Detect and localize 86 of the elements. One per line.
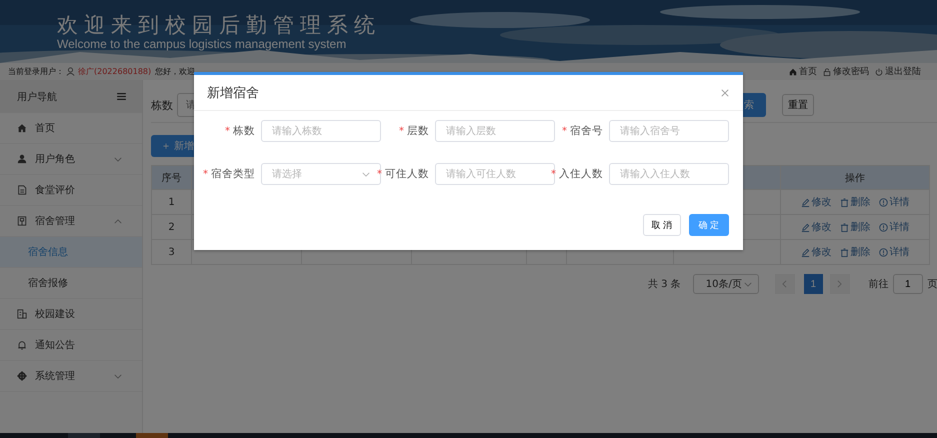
field-label: 可住人数	[385, 167, 429, 181]
page-input[interactable]: 1	[892, 274, 923, 294]
edit-link[interactable]: 修改	[800, 245, 832, 259]
trash-icon	[840, 198, 848, 206]
chevron-icon	[362, 172, 370, 176]
input-field[interactable]: 请输入层数	[435, 120, 555, 142]
trash-icon	[840, 248, 848, 256]
user-icon	[17, 154, 27, 164]
sidebar-item[interactable]: 系统管理	[0, 361, 142, 392]
sidebar-item[interactable]: 通知公告	[0, 330, 142, 361]
user-icon	[66, 67, 75, 76]
details-link[interactable]: 详情	[878, 220, 910, 234]
doc-icon	[17, 185, 27, 195]
logout-link[interactable]: 退出登陆	[875, 65, 921, 78]
sidebar-item[interactable]: 首页	[0, 113, 142, 144]
input-field[interactable]: 请输入宿舍号	[609, 120, 729, 142]
pencil-icon	[800, 222, 810, 232]
edit-link[interactable]: 修改	[800, 195, 832, 209]
change-password-link[interactable]: 修改密码	[823, 65, 869, 78]
site-title: 欢迎来到校园后勤管理系统	[57, 13, 382, 37]
sidebar-subitem[interactable]: 宿舍报修	[0, 268, 142, 299]
field-label: 宿舍号	[570, 124, 603, 138]
info-icon	[878, 222, 888, 232]
required-mark: *	[203, 168, 208, 180]
pencil-icon	[800, 198, 810, 206]
reset-button[interactable]: 重置	[782, 94, 814, 116]
total-count: 共 3 条	[648, 278, 681, 291]
greeting-text: 您好，欢迎	[155, 66, 196, 77]
pencil-icon	[800, 248, 810, 256]
sidebar-item[interactable]: 用户角色	[0, 144, 142, 175]
home-link[interactable]: 首页	[789, 65, 817, 78]
goto-label: 前往	[868, 278, 889, 291]
table-cell: 1	[152, 190, 192, 215]
field-label: 宿舍类型	[211, 167, 255, 181]
sidebar-item[interactable]: 食堂评价	[0, 175, 142, 206]
power-icon	[875, 68, 883, 76]
column-header: 操作	[781, 166, 930, 190]
chevron-left-icon	[782, 280, 788, 288]
home-icon	[17, 123, 27, 133]
delete-link[interactable]: 删除	[840, 220, 870, 234]
lock-icon	[823, 68, 831, 76]
page-number[interactable]: 1	[804, 274, 823, 294]
close-icon[interactable]	[721, 88, 729, 96]
chevron-icon	[744, 282, 752, 286]
required-mark: *	[399, 126, 404, 136]
field-label: 栋数	[233, 124, 255, 138]
page-size-select[interactable]: 10条/页	[692, 274, 759, 294]
confirm-button[interactable]: 确 定	[689, 214, 729, 236]
required-mark: *	[551, 168, 556, 180]
login-label: 当前登录用户：	[8, 66, 64, 77]
sidebar-item[interactable]: 校园建设	[0, 299, 142, 330]
trash-icon	[840, 222, 848, 232]
required-mark: *	[377, 168, 382, 180]
input-field[interactable]: 请输入入住人数	[609, 163, 729, 185]
chevron-icon	[114, 374, 122, 378]
required-mark: *	[225, 126, 230, 136]
table-cell: 2	[152, 215, 192, 240]
menu-icon[interactable]	[117, 93, 126, 100]
info-icon	[878, 248, 888, 256]
home-icon	[789, 68, 797, 76]
building-icon	[17, 216, 27, 226]
details-link[interactable]: 详情	[878, 195, 910, 209]
chevron-icon	[114, 218, 122, 224]
filter-label: 栋数	[151, 98, 174, 112]
chevron-icon	[114, 156, 122, 162]
delete-link[interactable]: 删除	[840, 195, 870, 209]
sidebar-subitem[interactable]: 宿舍信息	[0, 237, 142, 268]
table-cell: 3	[152, 240, 192, 265]
column-header: 序号	[152, 166, 192, 190]
field-label: 入住人数	[559, 167, 603, 181]
page-suffix: 页	[928, 278, 937, 291]
field-label: 层数	[407, 124, 429, 138]
cancel-button[interactable]: 取 消	[643, 214, 681, 236]
chevron-right-icon	[837, 280, 842, 288]
required-mark: *	[562, 126, 567, 136]
site-subtitle: Welcome to the campus logistics management system	[57, 37, 348, 51]
input-field[interactable]: 请输入栋数	[261, 120, 381, 142]
info-icon	[878, 198, 888, 206]
office-icon	[17, 309, 27, 319]
sidebar-title: 用户导航	[17, 90, 57, 104]
bell-icon	[17, 340, 27, 350]
details-link[interactable]: 详情	[878, 245, 910, 259]
user-name: 徐广(2022680188)	[78, 66, 152, 77]
edit-link[interactable]: 修改	[800, 220, 832, 234]
dialog-title: 新增宿舍	[207, 84, 259, 102]
delete-link[interactable]: 删除	[840, 245, 870, 259]
